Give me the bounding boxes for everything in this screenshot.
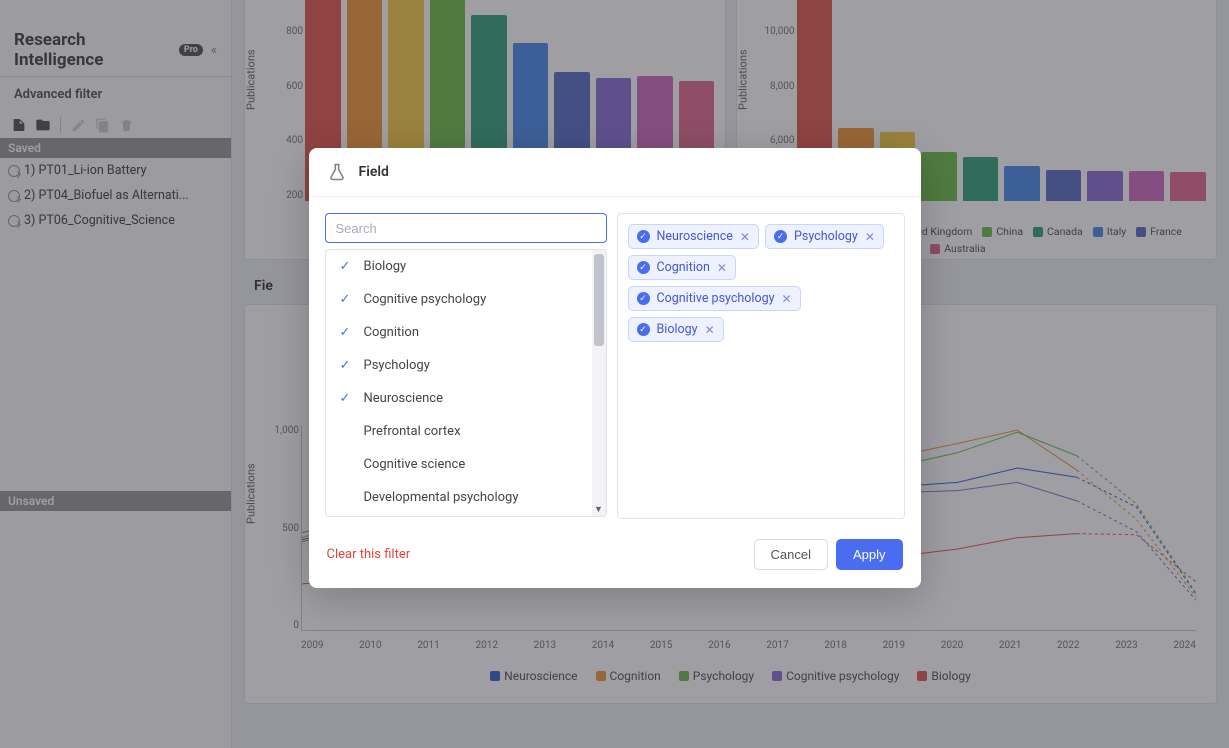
- option-label: Cognition: [364, 325, 420, 340]
- modal-overlay[interactable]: Field ✓Biology✓Cognitive psychology✓Cogn…: [0, 0, 1229, 748]
- scrollbar[interactable]: ▼: [592, 250, 606, 516]
- check-circle-icon: ✓: [774, 230, 787, 243]
- remove-chip-icon[interactable]: ✕: [865, 230, 875, 244]
- field-option[interactable]: ✓Developmental psychology: [326, 481, 592, 514]
- remove-chip-icon[interactable]: ✕: [782, 292, 792, 306]
- filter-chip[interactable]: ✓ Cognitive psychology ✕: [628, 286, 801, 311]
- filter-chip[interactable]: ✓ Psychology ✕: [765, 224, 884, 249]
- options-list: ✓Biology✓Cognitive psychology✓Cognition✓…: [325, 249, 607, 517]
- chip-label: Biology: [657, 322, 698, 337]
- option-label: Prefrontal cortex: [364, 424, 461, 439]
- option-label: Cognitive psychology: [364, 292, 487, 307]
- option-label: Developmental psychology: [364, 490, 519, 505]
- check-icon: ✓: [340, 391, 354, 406]
- selected-chips: ✓ Neuroscience ✕ ✓ Psychology ✕ ✓ Cognition ✕ ✓ Co…: [617, 213, 905, 519]
- search-input[interactable]: [325, 213, 607, 243]
- check-icon: ✓: [340, 292, 354, 307]
- field-option[interactable]: ✓Cognitive science: [326, 448, 592, 481]
- option-label: Biology: [364, 259, 407, 274]
- field-option[interactable]: ✓ Cognitive psychology: [326, 283, 592, 316]
- option-label: Psychology: [364, 358, 430, 373]
- remove-chip-icon[interactable]: ✕: [705, 323, 715, 337]
- field-option[interactable]: ✓ Biology: [326, 250, 592, 283]
- flask-icon: [327, 162, 347, 182]
- check-circle-icon: ✓: [637, 323, 650, 336]
- field-option[interactable]: ✓ Cognition: [326, 316, 592, 349]
- check-circle-icon: ✓: [637, 230, 650, 243]
- remove-chip-icon[interactable]: ✕: [717, 261, 727, 275]
- check-icon: ✓: [340, 325, 354, 340]
- filter-chip[interactable]: ✓ Biology ✕: [628, 317, 724, 342]
- chip-label: Psychology: [794, 229, 858, 244]
- remove-chip-icon[interactable]: ✕: [740, 230, 750, 244]
- option-label: Neuroscience: [364, 391, 443, 406]
- check-icon: ✓: [340, 259, 354, 274]
- field-option[interactable]: ✓Prefrontal cortex: [326, 415, 592, 448]
- chip-label: Neuroscience: [657, 229, 733, 244]
- field-option[interactable]: ✓ Psychology: [326, 349, 592, 382]
- chip-label: Cognitive psychology: [657, 291, 775, 306]
- field-option[interactable]: ✓ Neuroscience: [326, 382, 592, 415]
- filter-chip[interactable]: ✓ Neuroscience ✕: [628, 224, 759, 249]
- field-filter-modal: Field ✓Biology✓Cognitive psychology✓Cogn…: [309, 148, 921, 588]
- scroll-down-icon[interactable]: ▼: [594, 504, 604, 514]
- modal-title: Field: [359, 164, 389, 180]
- filter-chip[interactable]: ✓ Cognition ✕: [628, 255, 736, 280]
- clear-filter-link[interactable]: Clear this filter: [327, 547, 411, 562]
- cancel-button[interactable]: Cancel: [754, 539, 828, 570]
- apply-button[interactable]: Apply: [836, 539, 903, 570]
- chip-label: Cognition: [657, 260, 710, 275]
- scroll-thumb[interactable]: [594, 254, 604, 346]
- check-circle-icon: ✓: [637, 261, 650, 274]
- option-label: Cognitive science: [364, 457, 466, 472]
- check-icon: ✓: [340, 358, 354, 373]
- check-circle-icon: ✓: [637, 292, 650, 305]
